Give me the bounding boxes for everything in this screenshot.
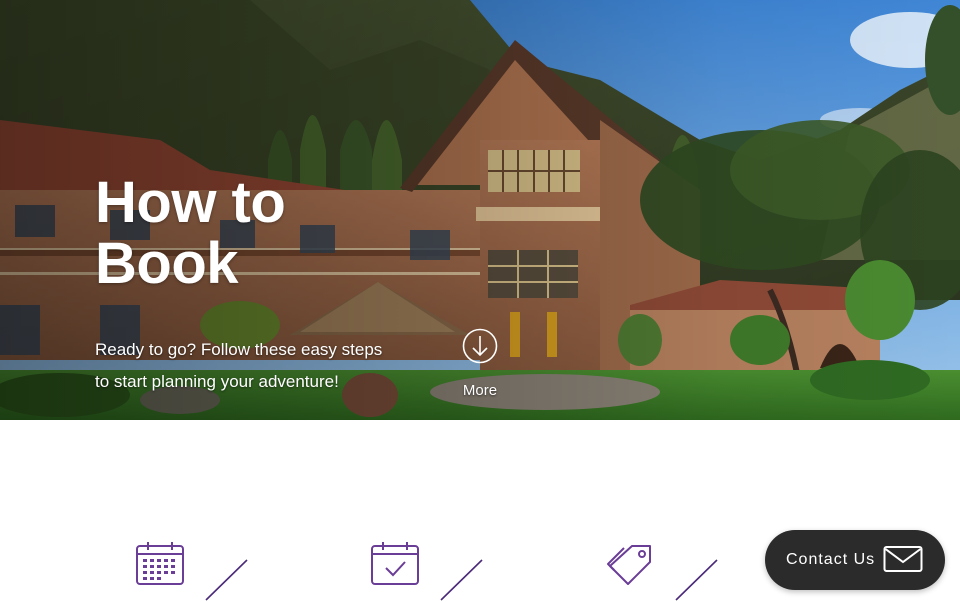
price-tag-icon xyxy=(607,545,651,585)
step-divider-line xyxy=(675,559,718,601)
hero-banner: How to Book Ready to go? Follow these ea… xyxy=(0,0,960,420)
hero-subtitle: Ready to go? Follow these easy steps to … xyxy=(95,340,383,391)
more-label: More xyxy=(462,382,498,399)
contact-us-label: Contact Us xyxy=(786,551,876,568)
mail-icon xyxy=(883,546,923,572)
more-button[interactable]: More xyxy=(455,328,505,404)
contact-us-button[interactable]: Contact Us xyxy=(765,530,945,590)
arrow-down-circle-icon xyxy=(462,328,498,364)
step-divider-line xyxy=(440,559,483,601)
page-title: How to Book xyxy=(95,170,286,296)
step-divider-line xyxy=(205,559,248,601)
calendar-grid-icon xyxy=(136,542,184,585)
calendar-check-icon xyxy=(371,542,419,585)
